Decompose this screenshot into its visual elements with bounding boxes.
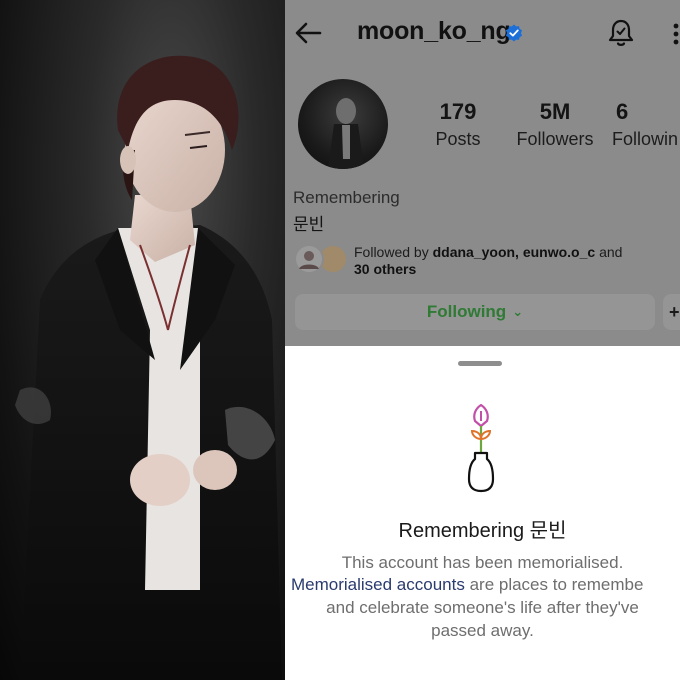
description-line-2-rest: are places to remembe — [464, 575, 644, 594]
following-button[interactable]: Following ⌄ — [295, 294, 655, 330]
remembering-label: Remembering — [293, 188, 400, 207]
profile-header: moon_ko_ng 179 Posts 5M Followers 6 Foll… — [285, 0, 680, 346]
followed-by-prefix: Followed by — [354, 244, 433, 260]
bell-icon[interactable] — [607, 18, 635, 48]
mutual-followers-avatars[interactable] — [293, 243, 349, 275]
profile-name: 문빈 — [293, 215, 325, 234]
description-line-3: and celebrate someone's life after they'… — [326, 598, 639, 617]
chevron-down-icon: ⌄ — [512, 304, 524, 319]
description-line-4: passed away. — [431, 621, 534, 640]
following-button-label: Following — [426, 302, 507, 321]
more-options-icon[interactable] — [668, 20, 680, 48]
description-line-1: This account has been memorialised. — [341, 553, 624, 572]
suggest-users-button[interactable]: + — [663, 294, 680, 330]
verified-badge-icon — [505, 24, 523, 42]
profile-avatar[interactable] — [298, 79, 388, 169]
portrait-illustration — [15, 55, 282, 680]
sheet-title: Remembering 문빈 — [398, 520, 567, 542]
followers-stat[interactable]: 5M Followers — [513, 99, 597, 150]
memorial-vase-icon — [467, 403, 495, 493]
instagram-app: moon_ko_ng 179 Posts 5M Followers 6 Foll… — [285, 0, 680, 680]
posts-label: Posts — [435, 129, 481, 149]
memorial-bottom-sheet: Remembering 문빈 This account has been mem… — [285, 346, 680, 680]
description-line-2: Memorialised accounts are places to reme… — [291, 575, 680, 595]
avatar-portrait — [328, 98, 364, 169]
portrait-photo — [0, 0, 285, 680]
profile-username: moon_ko_ng — [357, 17, 511, 45]
following-stat[interactable]: 6 Followin — [612, 99, 680, 150]
followed-by-users: ddana_yoon, eunwo.o_c — [432, 244, 596, 260]
followers-label: Followers — [516, 129, 594, 149]
add-icon: + — [669, 301, 680, 322]
memorialised-accounts-link[interactable]: Memorialised accounts — [291, 575, 465, 594]
followers-count: 5M — [539, 99, 571, 124]
following-count: 6 — [616, 99, 629, 124]
followed-by-others: 30 others — [354, 261, 417, 277]
posts-count: 179 — [439, 99, 477, 124]
back-arrow-icon[interactable] — [293, 18, 323, 48]
posts-stat[interactable]: 179 Posts — [429, 99, 487, 150]
sheet-drag-handle[interactable] — [458, 361, 502, 366]
followed-by-and: and — [595, 244, 623, 260]
followed-by-text[interactable]: Followed by ddana_yoon, eunwo.o_c and 30… — [354, 244, 680, 278]
following-label: Followin — [612, 129, 679, 149]
top-bar: moon_ko_ng — [285, 0, 680, 64]
